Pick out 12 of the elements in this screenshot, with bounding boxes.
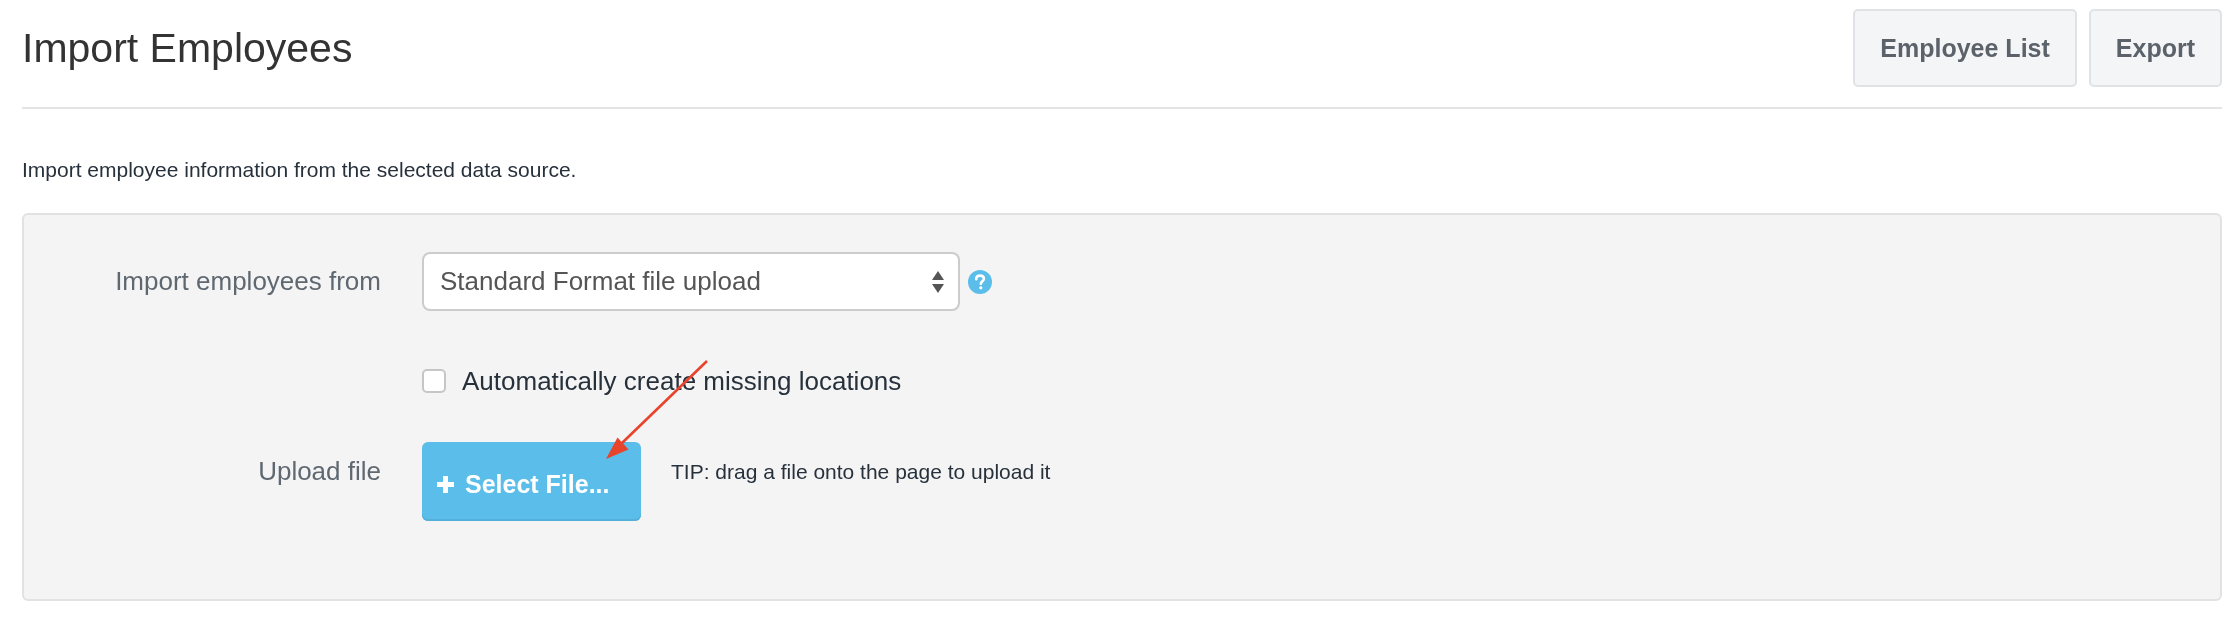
page-description: Import employee information from the selected data source. [22,158,578,182]
field-label: Import employees from [114,266,381,297]
help-icon[interactable] [968,269,992,294]
toolbar-button[interactable]: Export [2088,9,2222,87]
field-label: Upload file [257,456,381,487]
plus-icon [437,476,454,493]
page-title: Import Employees [22,24,353,73]
import-source-select[interactable]: Standard Format file upload [422,252,960,311]
checkbox[interactable] [422,369,446,393]
upload-tip: TIP: drag a file onto the page to upload it [671,459,1051,484]
toolbar-button[interactable]: Employee List [1853,9,2077,87]
sort-arrows-icon [932,269,944,294]
